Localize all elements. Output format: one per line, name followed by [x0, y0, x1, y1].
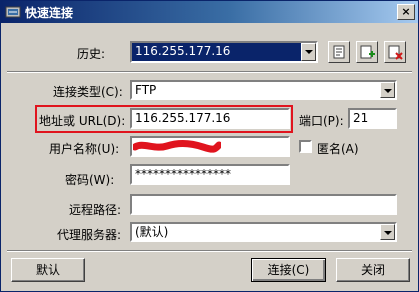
username-label: 用户名称(U): [49, 142, 120, 156]
password-value: **************** [135, 167, 231, 181]
remote-path-input[interactable] [130, 194, 397, 215]
history-select[interactable]: 116.255.177.16 [130, 41, 318, 63]
port-label: 端口(P): [299, 114, 344, 128]
connect-button[interactable]: 连接(C) [251, 258, 326, 282]
address-input[interactable]: 116.255.177.16 [130, 108, 290, 129]
redaction-scribble [133, 140, 221, 153]
default-button[interactable]: 默认 [11, 258, 85, 282]
add-icon [360, 45, 375, 59]
dropdown-arrow-icon[interactable] [301, 43, 316, 61]
port-value: 21 [353, 111, 369, 125]
title-bar: 快速连接 × [1, 1, 418, 23]
connection-app-icon [5, 6, 21, 18]
window-title: 快速连接 [25, 6, 74, 20]
dropdown-arrow-icon[interactable] [380, 82, 395, 98]
proxy-label: 代理服务器: [57, 228, 122, 242]
address-value: 116.255.177.16 [135, 111, 231, 125]
port-input[interactable]: 21 [348, 108, 397, 129]
address-label: 地址或 URL(D): [39, 114, 126, 128]
properties-icon [333, 45, 345, 59]
connection-type-value: FTP [135, 83, 157, 97]
add-button[interactable] [356, 41, 378, 63]
password-input[interactable]: **************** [130, 164, 290, 185]
separator-top [7, 71, 412, 73]
delete-button[interactable] [384, 41, 406, 63]
dropdown-arrow-icon[interactable] [380, 224, 395, 240]
close-button[interactable]: 关闭 [336, 258, 410, 282]
anonymous-checkbox[interactable] [299, 140, 312, 153]
delete-icon [388, 45, 403, 60]
proxy-value: (默认) [135, 225, 169, 239]
close-icon[interactable]: × [397, 4, 415, 20]
connection-type-label: 连接类型(C): [53, 85, 123, 99]
password-label: 密码(W): [65, 173, 115, 187]
properties-button[interactable] [328, 41, 350, 63]
history-label: 历史: [77, 47, 106, 61]
separator-bottom [7, 250, 412, 252]
remote-path-label: 远程路径: [69, 203, 122, 217]
history-value: 116.255.177.16 [135, 44, 231, 58]
quick-connect-dialog: 快速连接 × 历史: 116.255.177.16 连接类型(C): FTP 地… [0, 0, 419, 292]
anonymous-label[interactable]: 匿名(A) [317, 140, 359, 157]
connection-type-select[interactable]: FTP [130, 80, 397, 100]
proxy-select[interactable]: (默认) [130, 222, 397, 242]
